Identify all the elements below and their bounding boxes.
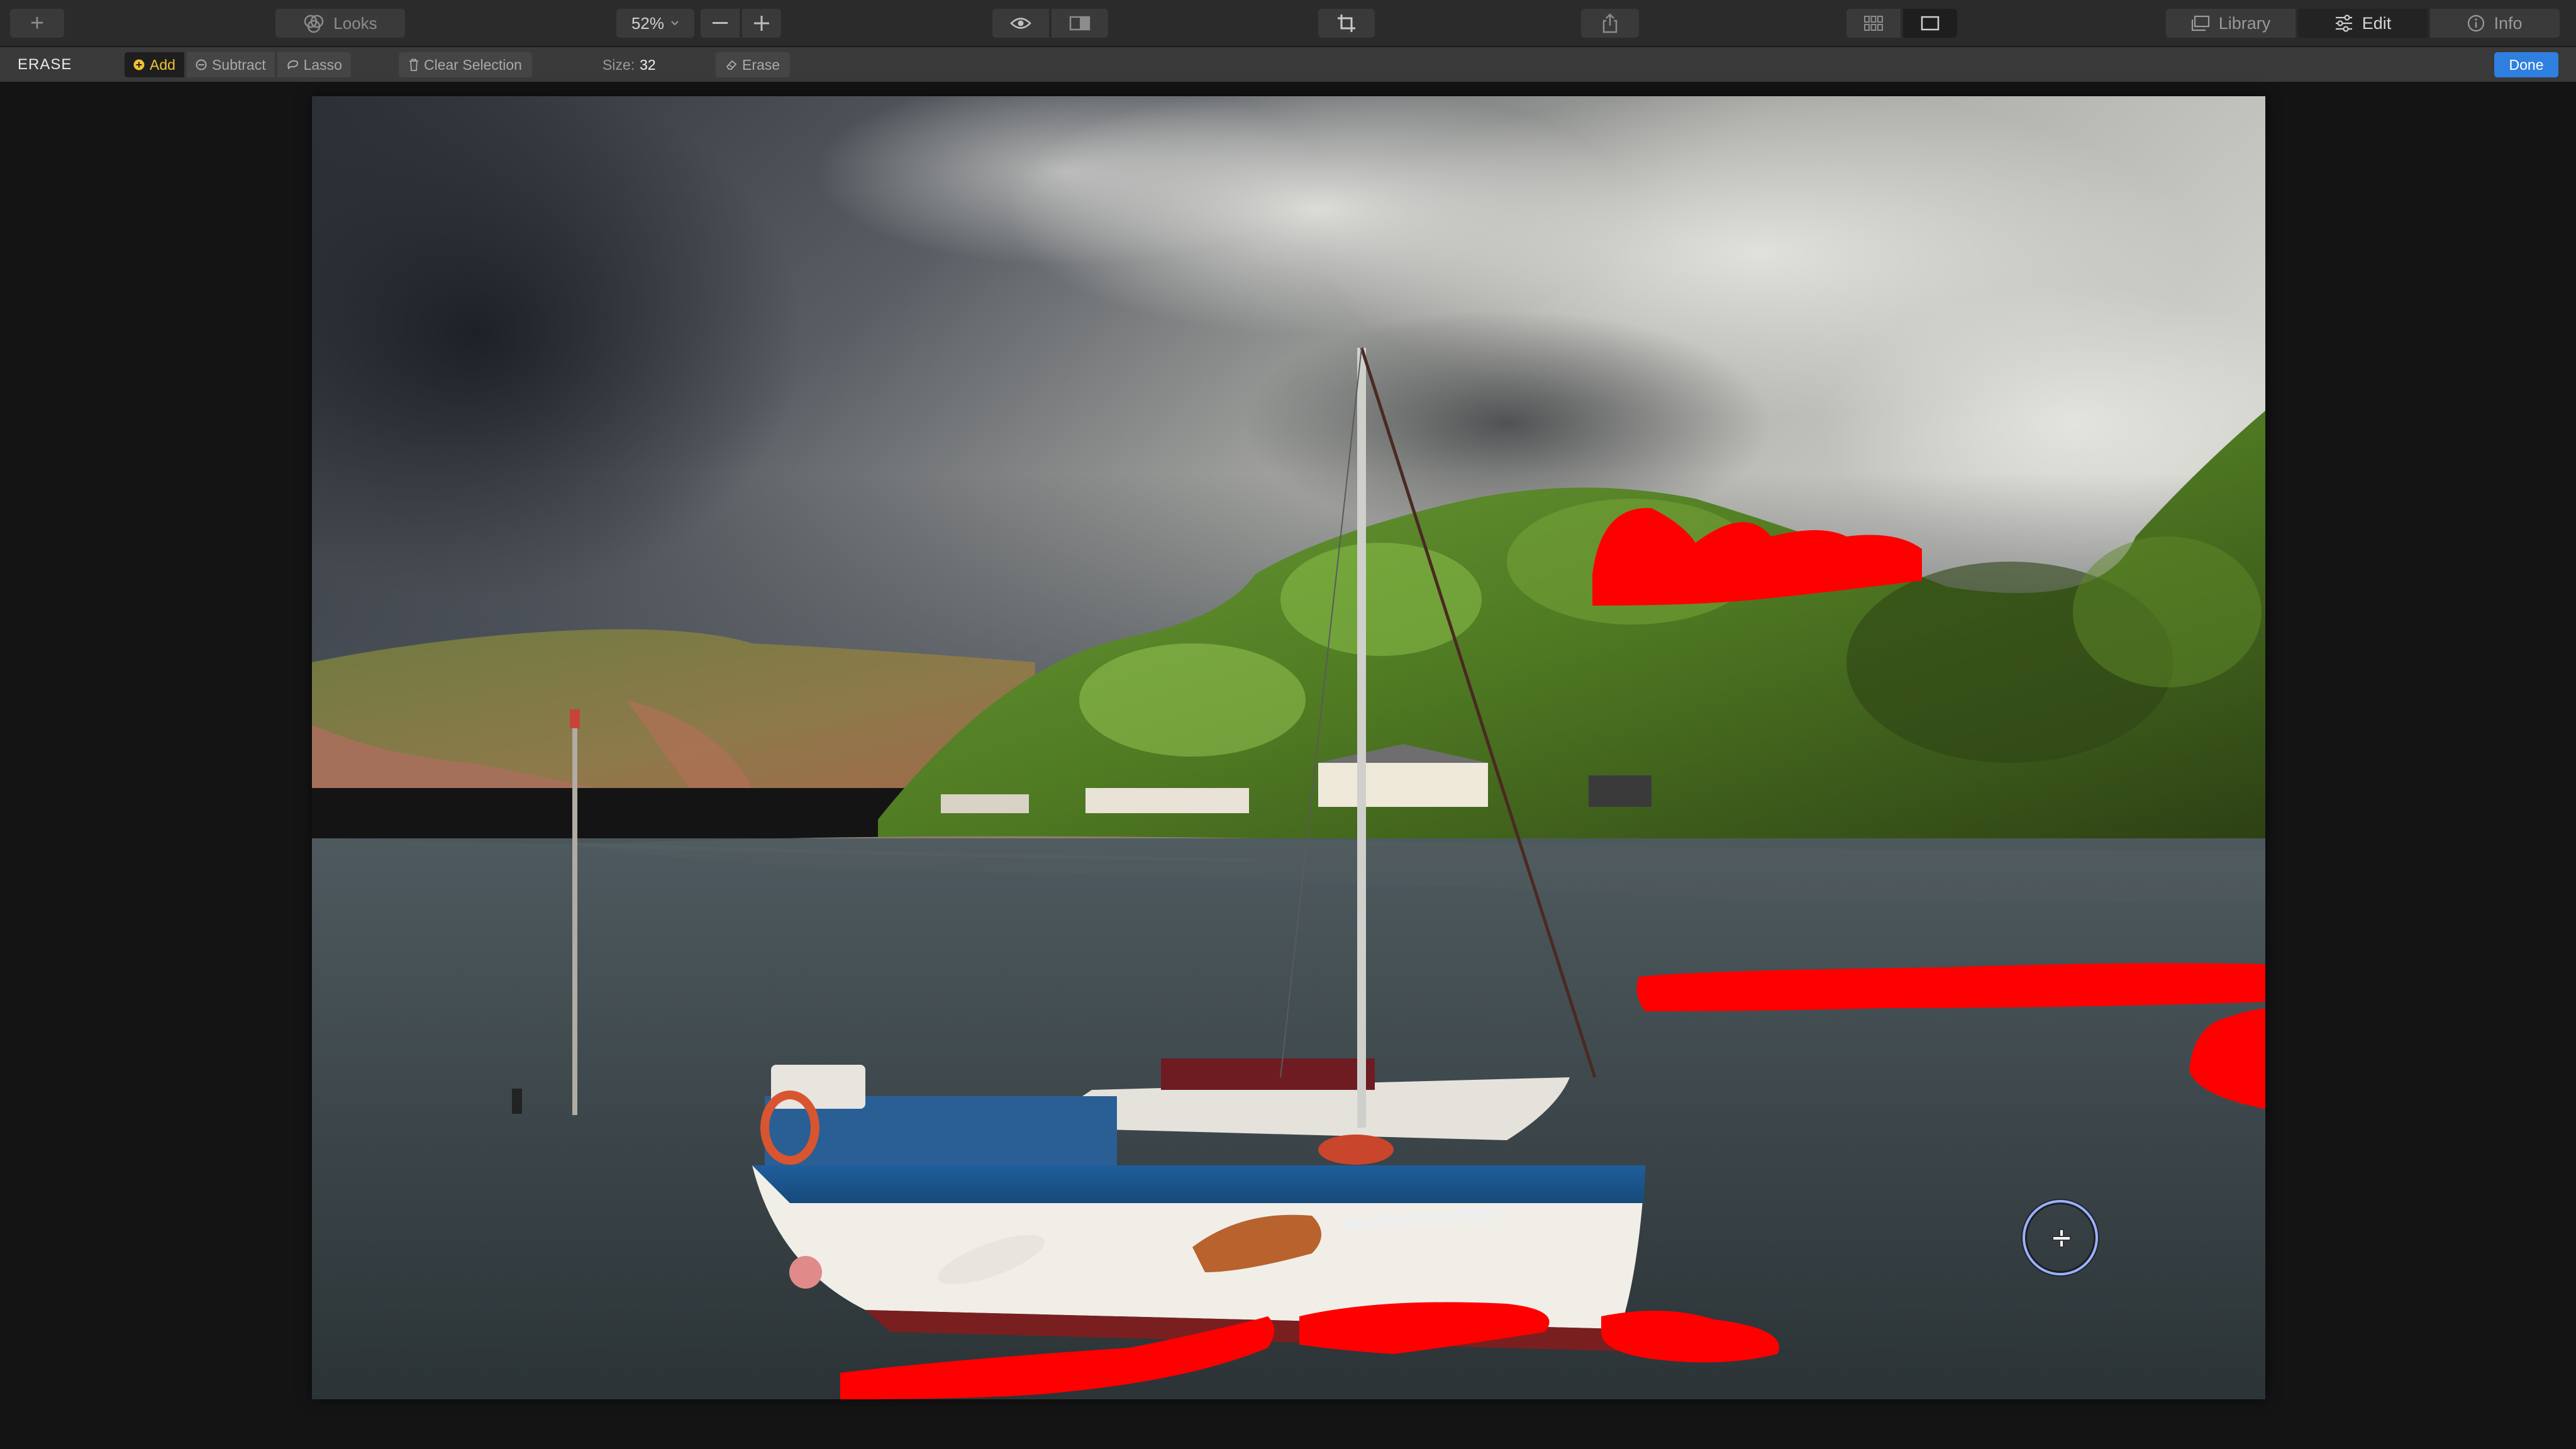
add-mode-button[interactable]: Add — [125, 52, 184, 77]
grid-view-button[interactable] — [1846, 9, 1901, 38]
looks-label: Looks — [333, 13, 377, 33]
tab-library[interactable]: Library — [2166, 9, 2296, 38]
zoom-dropdown[interactable]: 52% — [616, 9, 694, 38]
trash-icon — [409, 58, 418, 71]
zoom-out-button[interactable] — [701, 9, 740, 38]
lasso-mode-label: Lasso — [303, 56, 342, 73]
zoom-value: 52% — [631, 13, 665, 33]
chevron-down-icon — [671, 21, 679, 26]
brush-mode-segmented: Add Subtract Lasso — [125, 52, 351, 77]
add-circle-icon — [133, 59, 145, 70]
zoom-in-button[interactable] — [742, 9, 781, 38]
subtract-mode-button[interactable]: Subtract — [186, 52, 275, 77]
main-toolbar: + Looks 52% Library Edit Info — [0, 0, 2576, 47]
brush-size-label: Size: — [602, 57, 635, 73]
eraser-icon — [726, 60, 737, 70]
photo-canvas[interactable]: Boat Trips: 01598 753207 — [312, 96, 2265, 1399]
compare-icon — [1069, 16, 1091, 31]
mode-title: ERASE — [18, 56, 72, 73]
brush-size-value: 32 — [640, 57, 656, 73]
tab-library-label: Library — [2218, 13, 2271, 33]
subtract-mode-label: Subtract — [211, 56, 266, 73]
lasso-mode-button[interactable]: Lasso — [277, 52, 351, 77]
clear-selection-label: Clear Selection — [424, 56, 522, 73]
erase-button[interactable]: Erase — [716, 52, 791, 77]
single-view-button[interactable] — [1903, 9, 1957, 38]
done-button[interactable]: Done — [2494, 52, 2558, 77]
brush-size[interactable]: Size: 32 — [602, 57, 656, 74]
add-photo-button[interactable]: + — [10, 9, 64, 38]
plus-icon — [754, 16, 769, 31]
crop-icon — [1338, 14, 1355, 32]
single-view-icon — [1921, 16, 1940, 31]
compare-button[interactable] — [1052, 9, 1108, 38]
crop-button[interactable] — [1318, 9, 1375, 38]
tab-edit-label: Edit — [2362, 13, 2392, 33]
photo-image: Boat Trips: 01598 753207 — [312, 96, 2265, 1399]
tab-edit[interactable]: Edit — [2298, 9, 2428, 38]
clear-selection-button[interactable]: Clear Selection — [399, 52, 532, 77]
tab-info-label: Info — [2494, 13, 2523, 33]
tab-info[interactable]: Info — [2430, 9, 2560, 38]
eye-icon — [1010, 18, 1031, 29]
sliders-icon — [2335, 14, 2352, 32]
add-mode-label: Add — [150, 56, 175, 73]
erase-label: Erase — [742, 56, 780, 73]
plus-icon: + — [30, 9, 45, 36]
info-icon — [2468, 14, 2485, 32]
preview-eye-button[interactable] — [992, 9, 1049, 38]
erase-toolbar: ERASE Add Subtract Lasso Clear Selection — [0, 47, 2576, 82]
brush-cursor — [2023, 1200, 2098, 1275]
share-icon — [1602, 13, 1618, 33]
minus-icon — [713, 22, 728, 24]
mode-tabs: Library Edit Info — [2166, 9, 2560, 38]
grid-icon — [1864, 16, 1883, 31]
lasso-icon — [287, 60, 298, 70]
looks-button[interactable]: Looks — [275, 9, 405, 38]
subtract-circle-icon — [196, 59, 207, 70]
library-icon — [2191, 15, 2209, 31]
looks-icon — [304, 14, 324, 33]
share-button[interactable] — [1581, 9, 1639, 38]
